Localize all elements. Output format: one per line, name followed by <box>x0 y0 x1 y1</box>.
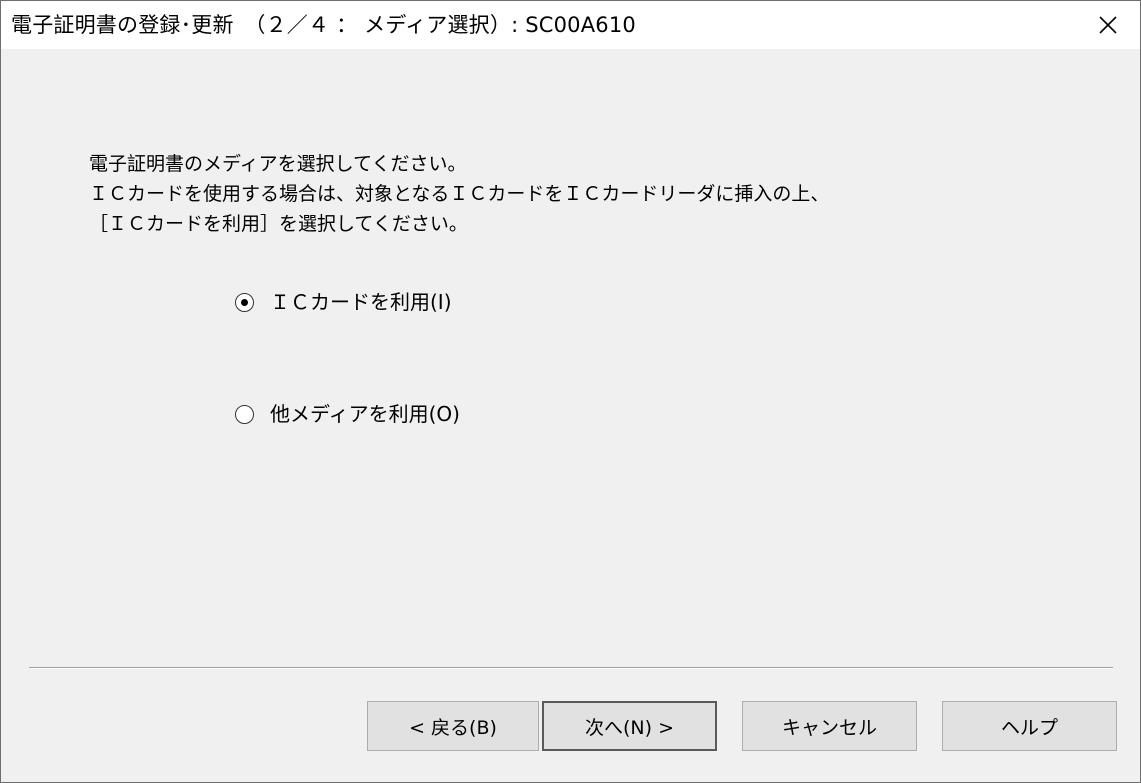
radio-selected-dot <box>241 298 248 306</box>
instruction-line-1: 電子証明書のメディアを選択してください。 <box>89 153 467 175</box>
radio-button-other-media[interactable] <box>235 404 254 424</box>
separator-line <box>29 667 1113 669</box>
close-icon <box>1099 16 1117 34</box>
radio-label-ic-card[interactable]: ＩＣカードを利用(I) <box>270 289 452 315</box>
instruction-text: 電子証明書のメディアを選択してください。 ＩＣカードを使用する場合は、対象となる… <box>89 149 829 239</box>
radio-label-other-media[interactable]: 他メディアを利用(O) <box>270 401 460 427</box>
instruction-line-3: ［ＩＣカードを利用］を選択してください。 <box>89 213 468 235</box>
dialog-client-area: 電子証明書のメディアを選択してください。 ＩＣカードを使用する場合は、対象となる… <box>1 49 1140 782</box>
cancel-button[interactable]: キャンセル <box>742 701 917 751</box>
title-bar: 電子証明書の登録･更新 （２／４ ： メディア選択）: SC00A610 <box>1 1 1140 49</box>
close-button[interactable] <box>1076 1 1140 49</box>
instruction-line-2: ＩＣカードを使用する場合は、対象となるＩＣカードをＩＣカードリーダに挿入の上、 <box>89 183 830 205</box>
radio-ic-card[interactable]: ＩＣカードを利用(I) <box>235 289 452 315</box>
dialog-window: 電子証明書の登録･更新 （２／４ ： メディア選択）: SC00A610 電子証… <box>0 0 1141 783</box>
window-title: 電子証明書の登録･更新 （２／４ ： メディア選択）: SC00A610 <box>11 13 636 37</box>
back-button[interactable]: < 戻る(B) <box>367 701 539 751</box>
help-button[interactable]: ヘルプ <box>942 701 1117 751</box>
radio-other-media[interactable]: 他メディアを利用(O) <box>235 401 460 427</box>
next-button[interactable]: 次へ(N) > <box>542 701 717 751</box>
radio-button-ic-card[interactable] <box>235 292 254 312</box>
